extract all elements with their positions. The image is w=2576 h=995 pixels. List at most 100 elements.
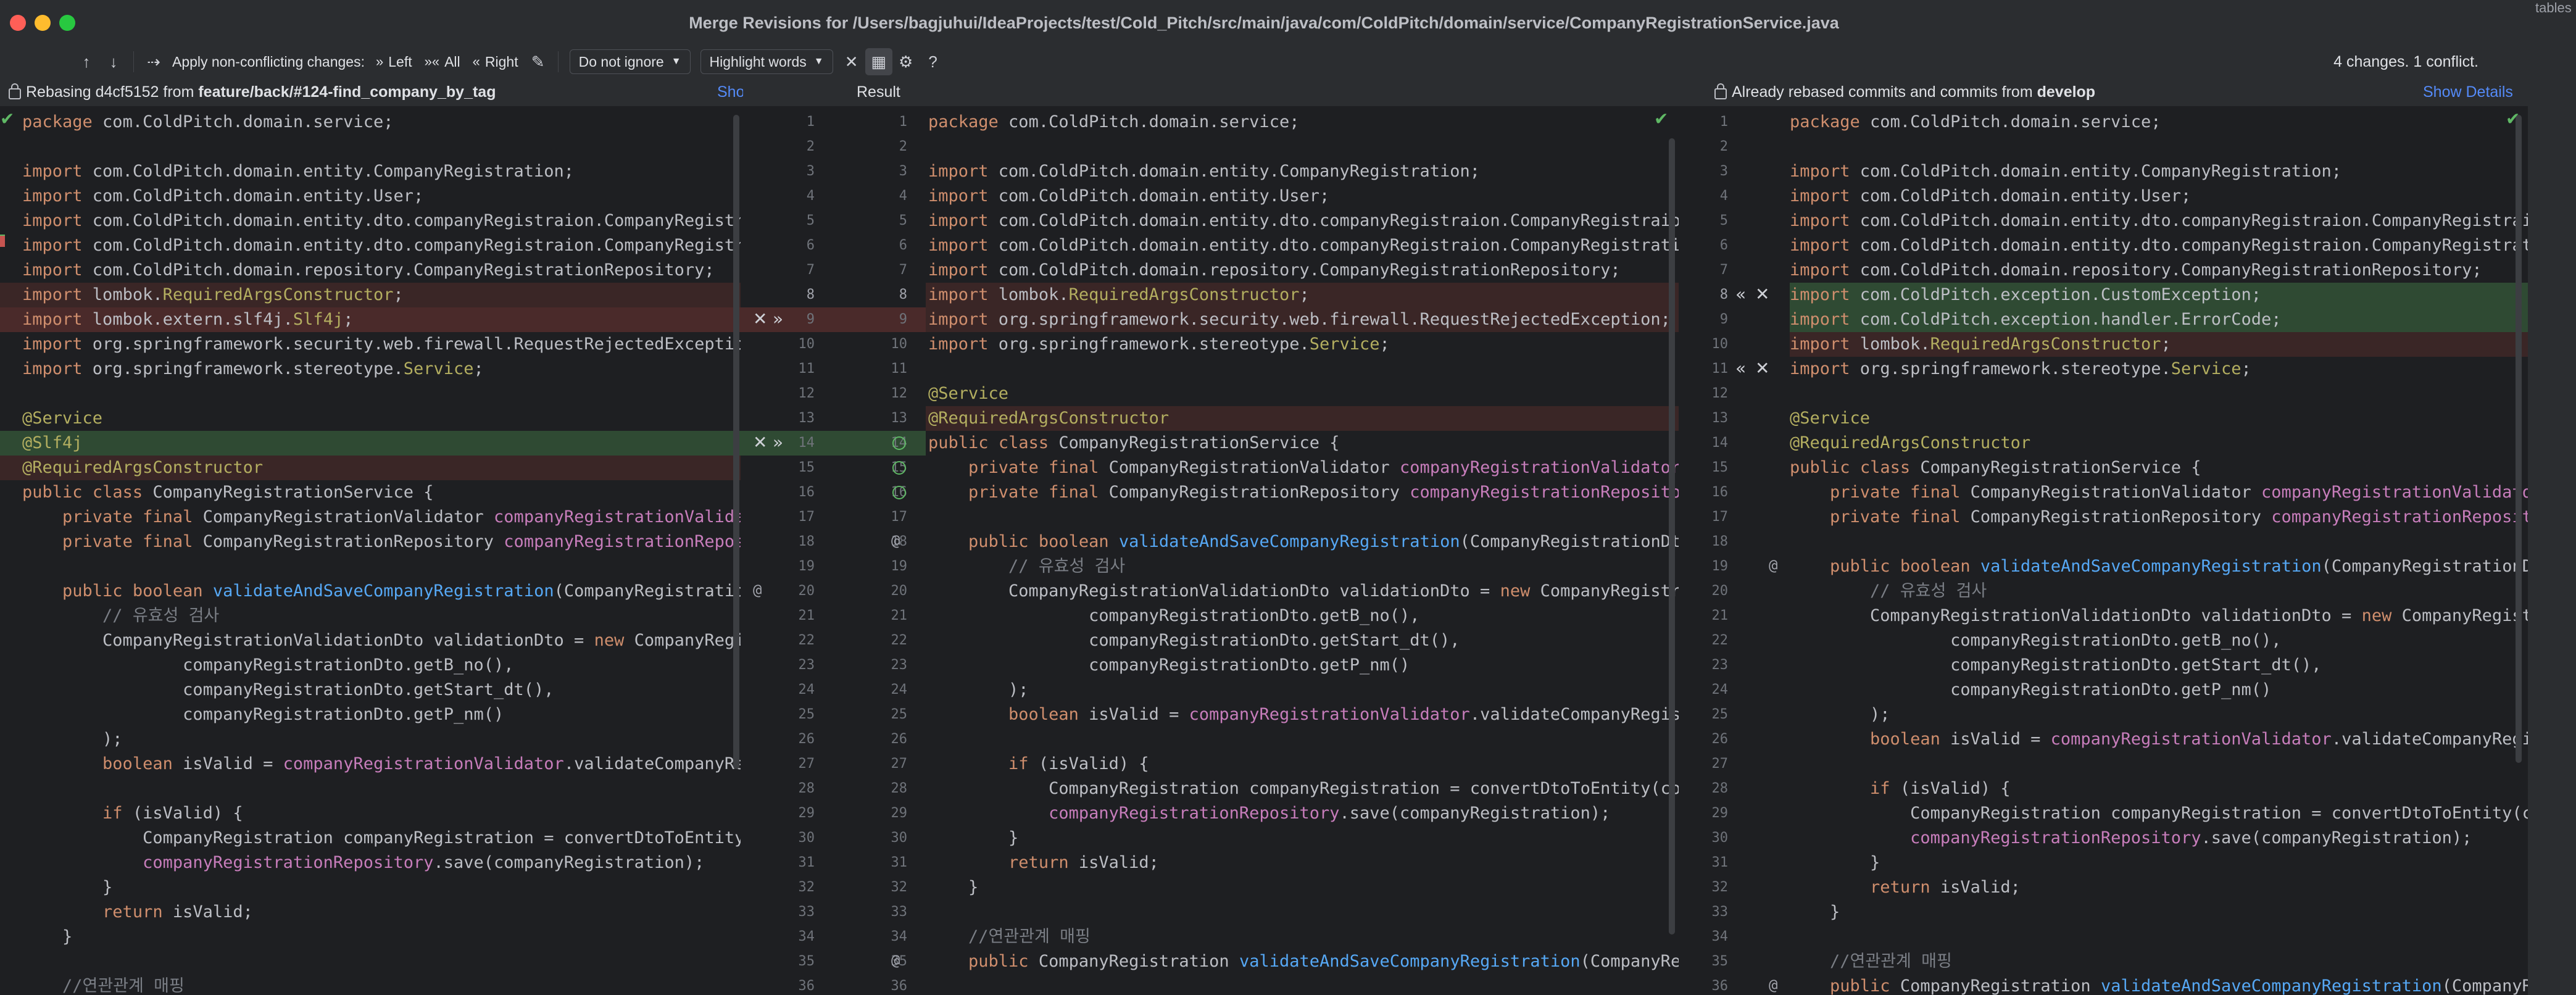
help-icon[interactable]: ?	[920, 48, 947, 75]
apply-left-icon: »	[375, 54, 384, 69]
line-number: 27	[891, 756, 908, 772]
line-number: 36	[891, 978, 908, 994]
code-line: import com.ColdPitch.exception.CustomExc…	[1790, 283, 2528, 307]
background-tab-fragment: tables	[2535, 0, 2572, 15]
highlight-select[interactable]: Highlight words ▼	[700, 49, 833, 74]
whitespace-ignore-value: Do not ignore	[578, 53, 664, 70]
accept-icon[interactable]: »	[773, 432, 783, 452]
code-line: public CompanyRegistration validateAndSa…	[968, 952, 1679, 971]
line-number: 16	[1711, 485, 1729, 500]
apply-right-button[interactable]: « Right	[467, 54, 525, 70]
left-editor[interactable]: package com.ColdPitch.domain.service; imp…	[0, 106, 741, 995]
code-line: // 유효성 검사	[102, 606, 220, 625]
code-line: return isValid;	[1008, 853, 1159, 872]
code-line: @Service	[928, 384, 1009, 403]
line-number: 21	[891, 608, 908, 623]
line-number: 12	[891, 386, 908, 401]
line-number: 12	[1711, 386, 1729, 401]
accept-icon[interactable]: «	[1735, 358, 1746, 378]
code-line: if (isValid) {	[102, 804, 243, 823]
whitespace-ignore-select[interactable]: Do not ignore ▼	[569, 49, 691, 74]
code-line: public class CompanyRegistrationService …	[22, 483, 434, 502]
background-ide: tables	[2528, 0, 2576, 995]
conflict-marker	[0, 236, 5, 247]
code-line: import com.ColdPitch.domain.entity.dto.c…	[22, 211, 741, 230]
reject-icon[interactable]: ✕	[1755, 358, 1769, 378]
line-number: 20	[798, 583, 815, 599]
code-line: import com.ColdPitch.domain.entity.Compa…	[22, 162, 575, 181]
line-number: 1	[1719, 114, 1728, 130]
code-line: );	[928, 680, 1029, 699]
implementation-icon[interactable]	[892, 461, 906, 475]
line-number: 32	[798, 880, 815, 895]
reject-icon[interactable]: ✕	[1755, 284, 1769, 304]
reject-icon[interactable]: ✕	[753, 432, 767, 452]
line-number: 17	[798, 509, 815, 525]
accept-icon[interactable]: »	[773, 309, 783, 329]
code-line: import com.ColdPitch.domain.entity.dto.c…	[928, 211, 1679, 230]
line-number: 25	[1711, 707, 1729, 722]
right-scrollbar[interactable]	[2516, 115, 2522, 763]
code-line: import lombok.RequiredArgsConstructor;	[1790, 332, 2528, 357]
annotate-icon[interactable]: @	[1769, 976, 1777, 994]
code-line: companyRegistrationRepository.save(compa…	[1049, 804, 1611, 823]
apply-all-button[interactable]: »« All	[418, 54, 467, 70]
implementation-icon[interactable]	[892, 436, 906, 450]
line-number: 33	[798, 904, 815, 920]
magic-wand-icon[interactable]: ✎	[525, 48, 552, 75]
lock-icon	[9, 83, 21, 99]
left-scrollbar[interactable]	[733, 115, 739, 769]
close-icon[interactable]: ✕	[838, 48, 865, 75]
code-line: if (isValid) {	[1008, 754, 1149, 773]
line-number: 28	[798, 781, 815, 796]
code-line: @RequiredArgsConstructor	[1790, 433, 2031, 452]
annotate-icon[interactable]: @	[1769, 557, 1777, 574]
line-number: 5	[1719, 213, 1728, 228]
apply-right-icon: «	[472, 54, 480, 69]
collapse-icon[interactable]: ▦	[865, 48, 892, 75]
code-line: package com.ColdPitch.domain.service;	[22, 112, 394, 131]
line-number: 27	[1711, 756, 1729, 772]
code-line: private final CompanyRegistrationValidat…	[1830, 483, 2528, 502]
annotate-icon[interactable]: @	[891, 952, 900, 969]
code-line: import lombok.RequiredArgsConstructor;	[926, 283, 1679, 307]
next-difference-icon[interactable]: ↓	[100, 48, 127, 75]
code-line: }	[928, 878, 979, 897]
reject-icon[interactable]: ✕	[753, 309, 767, 329]
annotate-icon[interactable]: @	[891, 532, 900, 549]
implementation-icon[interactable]	[892, 486, 906, 499]
line-number: 32	[891, 880, 908, 895]
code-line: private final CompanyRegistrationReposit…	[1830, 507, 2528, 527]
line-number: 20	[1711, 583, 1729, 599]
line-number: 27	[798, 756, 815, 772]
result-editor[interactable]: package com.ColdPitch.domain.service; imp…	[926, 106, 1679, 995]
line-number: 24	[891, 682, 908, 697]
line-number: 26	[891, 731, 908, 747]
prev-difference-icon[interactable]: ↑	[73, 48, 100, 75]
accept-icon[interactable]: «	[1735, 284, 1746, 304]
settings-icon[interactable]: ⚙	[892, 48, 920, 75]
resolved-check-icon: ✔	[0, 109, 15, 128]
code-line: import org.springframework.stereotype.Se…	[1790, 359, 2251, 378]
line-number: 22	[891, 633, 908, 648]
apply-all-icon: »«	[424, 54, 440, 69]
result-scrollbar[interactable]	[1669, 138, 1675, 935]
apply-left-button[interactable]: » Left	[370, 54, 418, 70]
right-show-details-link[interactable]: Show Details	[2423, 78, 2513, 106]
line-number: 23	[798, 657, 815, 673]
right-editor[interactable]: package com.ColdPitch.domain.service; imp…	[1790, 106, 2528, 995]
magic-resolve-icon[interactable]: ⇢	[140, 48, 167, 75]
highlight-value: Highlight words	[709, 53, 807, 70]
line-number: 25	[798, 707, 815, 722]
code-line: companyRegistrationDto.getP_nm()	[22, 705, 504, 724]
code-line: return isValid;	[102, 902, 253, 922]
annotate-icon[interactable]: @	[753, 581, 762, 599]
line-number: 33	[1711, 904, 1729, 920]
line-number: 34	[1711, 929, 1729, 944]
